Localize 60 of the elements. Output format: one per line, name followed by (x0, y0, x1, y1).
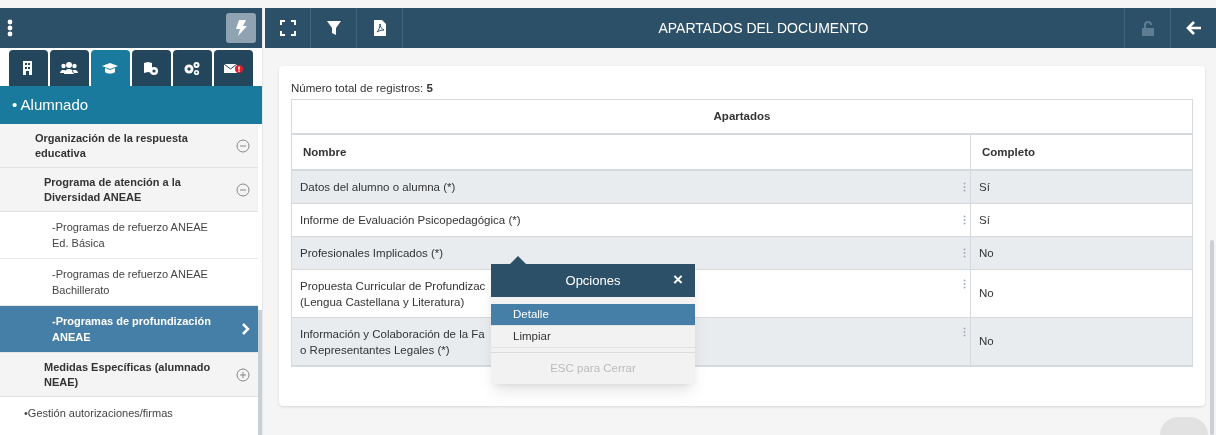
sidebar-tab[interactable] (214, 50, 253, 86)
tree-group-label: Medidas Específicas (alumnado NEAE) (44, 359, 212, 390)
tree-group-label: Organización de la respuesta educativa (35, 130, 189, 161)
lightning-button[interactable] (226, 13, 256, 43)
page-title: APARTADOS DEL DOCUMENTO (657, 18, 870, 38)
table-cell-text: Profesionales Implicados (*) (300, 246, 444, 262)
scrollbar-thumb[interactable] (258, 310, 262, 435)
column-header: Completo (981, 144, 1037, 160)
collapse-icon[interactable] (236, 138, 250, 153)
table-cell-text: No (979, 245, 994, 261)
tree-item-label: -Programas de refuerzo ANEAE Bachillerato (52, 267, 209, 298)
tree-group-label: Programa de atención a la Diversidad ANEAE (44, 174, 182, 205)
resize-handle-icon[interactable] (963, 327, 966, 338)
column-header: Nombre (292, 135, 971, 170)
fullscreen-icon (279, 20, 296, 36)
section-header: • Alumnado (0, 86, 262, 124)
table-cell-text: No (979, 334, 994, 350)
table-cell-text: Propuesta Curricular de Profundizac (Lengua Castellana y Literatura) (300, 278, 486, 310)
padlock-icon (1141, 20, 1154, 36)
tree-item-label: -Programas de refuerzo ANEAE Ed. Básica (52, 220, 209, 251)
menu-item[interactable]: Detalle (491, 304, 695, 326)
record-count: Número total de registros: 5 (291, 81, 434, 96)
tree-group[interactable]: Medidas Específicas (alumnado NEAE) (0, 353, 258, 397)
scrollbar-thumb[interactable] (1210, 240, 1214, 435)
table-cell-text: Información y Colaboración de la Fa o Representantes Legales (*) (300, 326, 485, 358)
lightning-icon (235, 20, 247, 36)
gears-icon (183, 60, 202, 76)
table-cell-text: Datos del alumno o alumna (*) (300, 180, 456, 196)
popup-title: Opciones (565, 271, 621, 290)
filter-icon (325, 20, 342, 36)
tree-item[interactable]: -Programas de profundización ANEAE (0, 306, 258, 353)
tree-item-label: -Programas de profundización ANEAE (52, 314, 212, 345)
resize-handle-icon[interactable] (963, 215, 966, 226)
table-title: Apartados (292, 100, 1192, 136)
resize-handle-icon[interactable] (963, 182, 966, 193)
tree-group[interactable]: Organización de la respuesta educativa (0, 124, 258, 168)
users-icon (60, 60, 79, 76)
map-gear-icon (142, 60, 161, 76)
arrow-left-icon (1185, 21, 1202, 35)
table-cell-text: No (979, 286, 994, 302)
expand-icon[interactable] (236, 367, 250, 382)
close-button[interactable]: × (673, 270, 683, 290)
sidebar-tab[interactable] (9, 50, 48, 86)
tree-group[interactable]: Programa de atención a la Diversidad ANEAE (0, 168, 258, 212)
chevron-right-icon (242, 323, 250, 335)
resize-handle-icon[interactable] (963, 279, 966, 290)
pdf-file-icon (371, 20, 388, 36)
table-cell-text: Informe de Evaluación Psicopedagógica (*) (300, 213, 521, 229)
sidebar-link[interactable]: •Gestión autorizaciones/firmas (0, 397, 258, 422)
table-cell-text: Sí (979, 212, 990, 228)
graduation-cap-icon (101, 60, 120, 76)
resize-handle-icon[interactable] (963, 248, 966, 259)
sidebar-tab[interactable] (132, 50, 171, 86)
menu-icon[interactable] (6, 19, 14, 37)
table-cell-text: Sí (979, 179, 990, 195)
sidebar-tab[interactable] (50, 50, 89, 86)
menu-item[interactable]: Limpiar (491, 326, 695, 348)
sidebar-tab[interactable] (91, 50, 130, 86)
sidebar-tab[interactable] (173, 50, 212, 86)
collapse-icon[interactable] (236, 182, 250, 197)
